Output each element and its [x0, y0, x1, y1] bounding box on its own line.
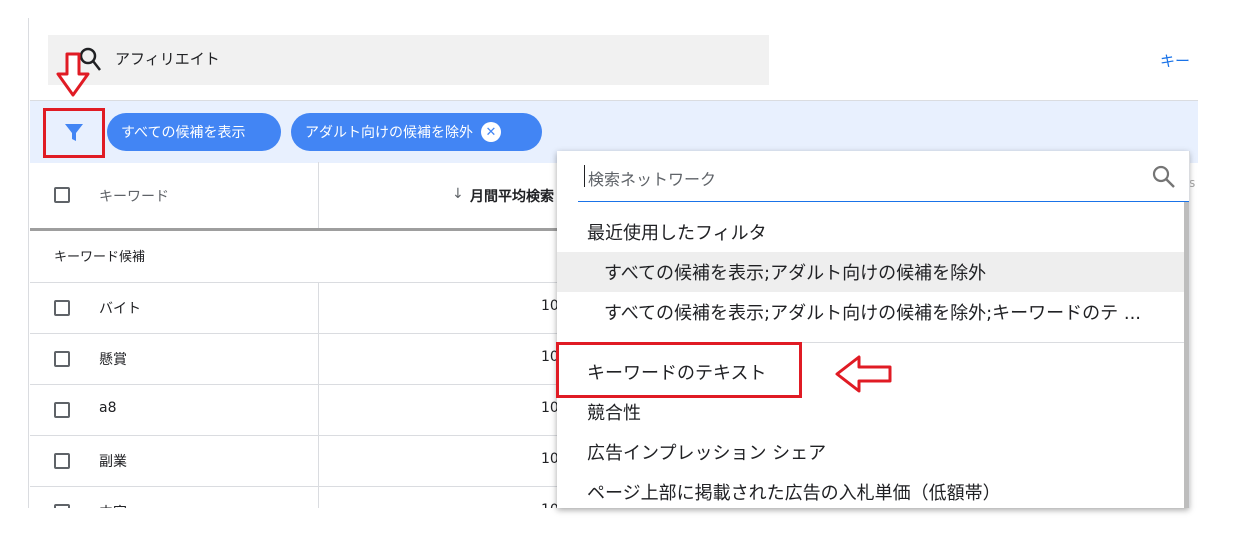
row-checkbox[interactable]	[54, 351, 70, 367]
recent-filter-item[interactable]: すべての候補を表示;アダルト向けの候補を除外	[604, 259, 986, 285]
row-value: 10	[541, 502, 557, 508]
table-row: 懸賞 10	[30, 334, 559, 384]
row-checkbox[interactable]	[54, 300, 70, 316]
recent-filters-heading: 最近使用したフィルタ	[587, 223, 767, 244]
table-row: 内容 10	[30, 487, 557, 508]
row-checkbox[interactable]	[54, 402, 70, 418]
chip-label: アダルト向けの候補を除外	[305, 125, 473, 141]
column-divider	[318, 283, 319, 508]
column-divider	[318, 162, 319, 228]
table-row: a8 10	[30, 385, 559, 435]
page-left-border	[28, 18, 29, 508]
option-impression-share[interactable]: 広告インプレッション シェア	[587, 439, 826, 465]
table-row: バイト 10	[30, 283, 559, 333]
search-icon	[1152, 165, 1175, 188]
chip-exclude-adult[interactable]: アダルト向けの候補を除外 ✕	[291, 113, 542, 151]
row-checkbox[interactable]	[54, 504, 70, 508]
annotation-left-arrow-icon	[835, 355, 892, 393]
filter-search-input[interactable]: 検索ネットワーク	[588, 166, 716, 190]
right-column-edge	[1189, 151, 1199, 508]
close-icon[interactable]: ✕	[481, 122, 501, 142]
keyword-link[interactable]: キー	[1160, 50, 1190, 71]
filter-funnel-icon[interactable]	[63, 121, 85, 143]
search-input-underline	[578, 201, 1189, 202]
section-label: キーワード候補	[54, 250, 146, 265]
column-header-monthly-searches[interactable]: 月間平均検索	[470, 186, 554, 206]
annotation-down-arrow-icon	[56, 52, 90, 97]
select-all-checkbox[interactable]	[54, 187, 70, 203]
row-keyword: バイト	[99, 301, 141, 317]
row-checkbox[interactable]	[54, 453, 70, 469]
row-keyword: a8	[99, 400, 117, 416]
recent-filter-item[interactable]: すべての候補を表示;アダルト向けの候補を除外;キーワードのテ ...	[604, 299, 1141, 325]
chip-show-all-candidates[interactable]: すべての候補を表示	[107, 113, 281, 151]
option-competition[interactable]: 競合性	[587, 399, 641, 425]
chip-label: すべての候補を表示	[121, 125, 246, 141]
text-cursor	[584, 165, 585, 187]
table-row: 副業 10	[30, 436, 559, 486]
option-highlight-box	[556, 342, 802, 398]
row-keyword: 副業	[99, 454, 127, 470]
column-header-keyword[interactable]: キーワード	[99, 186, 169, 206]
row-keyword: 懸賞	[99, 352, 127, 368]
sort-down-arrow-icon: ↓	[452, 186, 464, 202]
row-keyword: 内容	[99, 502, 127, 508]
option-top-of-page-bid-low[interactable]: ページ上部に掲載された広告の入札単価（低額帯）	[587, 479, 1001, 505]
search-query[interactable]: アフィリエイト	[115, 48, 220, 69]
